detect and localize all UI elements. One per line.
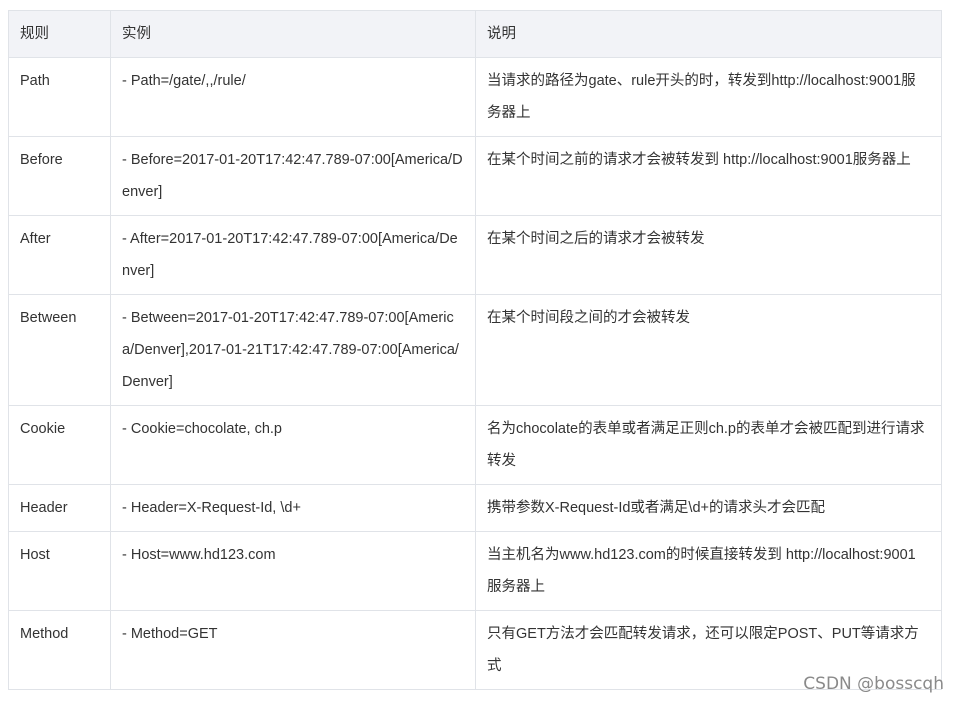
- header-example: 实例: [110, 10, 476, 58]
- description-cell: 在某个时间段之间的才会被转发: [475, 294, 942, 406]
- rule-cell: Between: [8, 294, 111, 406]
- table-body: Path - Path=/gate/,,/rule/ 当请求的路径为gate、r…: [8, 57, 942, 690]
- example-cell: - Host=www.hd123.com: [110, 531, 476, 611]
- gateway-predicate-table: 规则 实例 说明 Path - Path=/gate/,,/rule/ 当请求的…: [8, 10, 942, 690]
- description-cell: 在某个时间之前的请求才会被转发到 http://localhost:9001服务…: [475, 136, 942, 216]
- table-row: Method - Method=GET 只有GET方法才会匹配转发请求，还可以限…: [8, 610, 942, 690]
- table-row: Host - Host=www.hd123.com 当主机名为www.hd123…: [8, 531, 942, 611]
- example-cell: - Between=2017-01-20T17:42:47.789-07:00[…: [110, 294, 476, 406]
- example-cell: - Before=2017-01-20T17:42:47.789-07:00[A…: [110, 136, 476, 216]
- table-row: Path - Path=/gate/,,/rule/ 当请求的路径为gate、r…: [8, 57, 942, 137]
- table-row: Between - Between=2017-01-20T17:42:47.78…: [8, 294, 942, 406]
- header-description: 说明: [475, 10, 942, 58]
- example-cell: - Method=GET: [110, 610, 476, 690]
- csdn-watermark: CSDN @bosscqh: [803, 674, 944, 694]
- description-cell: 携带参数X-Request-Id或者满足\d+的请求头才会匹配: [475, 484, 942, 532]
- gateway-predicate-table-container: 规则 实例 说明 Path - Path=/gate/,,/rule/ 当请求的…: [8, 10, 942, 690]
- rule-cell: After: [8, 215, 111, 295]
- description-cell: 当主机名为www.hd123.com的时候直接转发到 http://localh…: [475, 531, 942, 611]
- rule-cell: Cookie: [8, 405, 111, 485]
- description-cell: 当请求的路径为gate、rule开头的时，转发到http://localhost…: [475, 57, 942, 137]
- rule-cell: Header: [8, 484, 111, 532]
- table-row: Header - Header=X-Request-Id, \d+ 携带参数X-…: [8, 484, 942, 532]
- example-cell: - After=2017-01-20T17:42:47.789-07:00[Am…: [110, 215, 476, 295]
- header-row: 规则 实例 说明: [8, 10, 942, 58]
- example-cell: - Path=/gate/,,/rule/: [110, 57, 476, 137]
- rule-cell: Method: [8, 610, 111, 690]
- table-row: Cookie - Cookie=chocolate, ch.p 名为chocol…: [8, 405, 942, 485]
- example-cell: - Cookie=chocolate, ch.p: [110, 405, 476, 485]
- description-cell: 名为chocolate的表单或者满足正则ch.p的表单才会被匹配到进行请求转发: [475, 405, 942, 485]
- rule-cell: Host: [8, 531, 111, 611]
- table-row: Before - Before=2017-01-20T17:42:47.789-…: [8, 136, 942, 216]
- table-header: 规则 实例 说明: [8, 10, 942, 58]
- rule-cell: Before: [8, 136, 111, 216]
- description-cell: 在某个时间之后的请求才会被转发: [475, 215, 942, 295]
- example-cell: - Header=X-Request-Id, \d+: [110, 484, 476, 532]
- table-row: After - After=2017-01-20T17:42:47.789-07…: [8, 215, 942, 295]
- header-rule: 规则: [8, 10, 111, 58]
- rule-cell: Path: [8, 57, 111, 137]
